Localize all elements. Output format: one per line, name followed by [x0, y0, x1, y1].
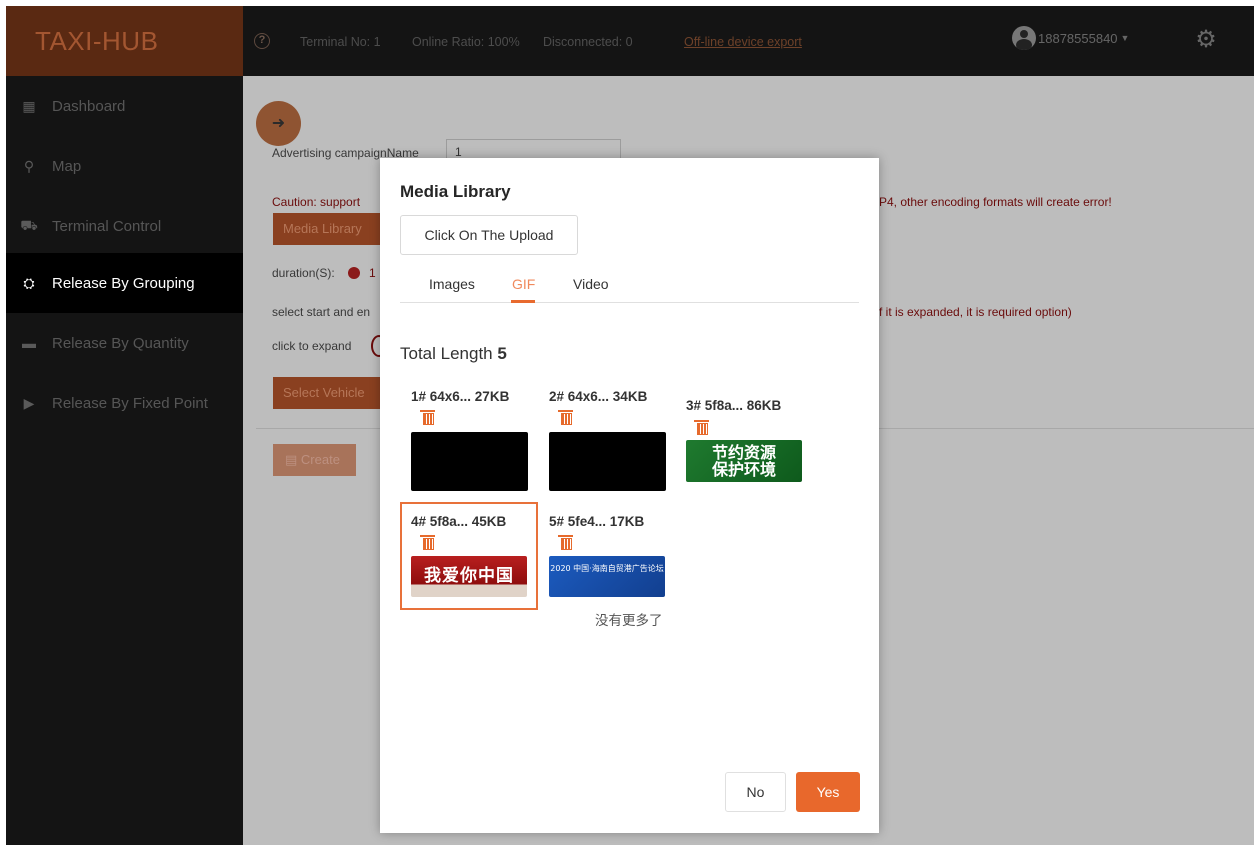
tab-gif[interactable]: GIF [512, 276, 535, 292]
sidebar-item-dashboard[interactable]: ▦ Dashboard [6, 76, 243, 136]
trash-icon[interactable] [558, 535, 573, 550]
media-thumbnail [549, 432, 666, 491]
yes-button[interactable]: Yes [796, 772, 860, 812]
upload-button[interactable]: Click On The Upload [400, 215, 578, 255]
quantity-icon: ▬ [22, 335, 36, 351]
online-ratio: Online Ratio: 100% [412, 35, 520, 49]
minus-icon[interactable] [348, 267, 360, 279]
trash-icon[interactable] [420, 535, 435, 550]
thumb-text: 2020 中国·海南自贸港广告论坛 [550, 564, 664, 573]
chevron-down-icon: ▼ [1120, 33, 1130, 43]
app-logo[interactable]: TAXI-HUB [6, 6, 243, 76]
sidebar-item-terminal-control[interactable]: ⛟ Terminal Control [6, 196, 243, 256]
sidebar-item-label: Map [52, 157, 82, 175]
media-label: 2# 64x6... 34KB [549, 389, 648, 404]
duration-value: 1 [369, 266, 376, 280]
total-length-value: 5 [497, 344, 507, 363]
caution-text: Caution: support [272, 195, 361, 209]
create-button-label: Create [300, 452, 340, 467]
disconnected-count: Disconnected: 0 [543, 35, 633, 49]
car-icon: ⛟ [20, 216, 38, 233]
user-menu[interactable]: 18878555840 ▼ [1012, 26, 1129, 50]
trash-icon[interactable] [694, 420, 709, 435]
sidebar-item-label: Release By Grouping [52, 274, 195, 292]
sidebar-item-label: Release By Fixed Point [52, 394, 208, 412]
select-vehicle-button[interactable]: Select Vehicle [273, 377, 380, 409]
map-icon: ⚲ [23, 157, 35, 174]
modal-title: Media Library [400, 182, 511, 201]
media-thumbnail: 我爱你中国 [411, 556, 527, 597]
select-range-hint: f it is expanded, it is required option) [879, 305, 1072, 319]
sidebar-item-label: Terminal Control [52, 217, 162, 235]
duration-label: duration(S): [272, 266, 335, 280]
sidebar-item-release-by-grouping[interactable]: ⛭ Release By Grouping [6, 253, 243, 313]
sidebar-item-map[interactable]: ⚲ Map [6, 136, 243, 196]
sidebar-item-label: Release By Quantity [52, 334, 189, 352]
media-library-modal: Media Library Click On The Upload Images… [380, 158, 879, 833]
media-item-4[interactable]: 4# 5f8a... 45KB 我爱你中国 [400, 502, 538, 610]
offline-export-link[interactable]: Off-line device export [684, 35, 802, 49]
terminal-count: Terminal No: 1 [300, 35, 381, 49]
trash-icon[interactable] [420, 410, 435, 425]
tab-images[interactable]: Images [429, 276, 475, 292]
caution-text-right: P4, other encoding formats will create e… [879, 195, 1112, 209]
grouping-icon: ⛭ [23, 274, 35, 291]
expand-label: click to expand [272, 339, 352, 353]
back-arrow-icon[interactable]: ➜ [256, 101, 301, 146]
thumb-text: 我爱你中国 [424, 566, 514, 586]
sidebar-item-label: Dashboard [52, 97, 126, 115]
no-more-text: 没有更多了 [595, 613, 663, 629]
media-item-5[interactable]: 5# 5fe4... 17KB 2020 中国·海南自贸港广告论坛 [538, 502, 676, 610]
user-phone: 18878555840 [1038, 30, 1118, 46]
thumb-text: 保护环境 [711, 460, 776, 479]
total-length: Total Length 5 [400, 344, 507, 364]
create-button[interactable]: ▤ Create [273, 444, 356, 476]
sidebar-item-release-by-fixed-point[interactable]: ▶ Release By Fixed Point [6, 373, 243, 433]
tab-video[interactable]: Video [573, 276, 609, 292]
select-range-label: select start and en [272, 305, 371, 319]
media-library-button[interactable]: Media Library [273, 213, 380, 245]
top-header: TAXI-HUB ? Terminal No: 1 Online Ratio: … [6, 6, 1254, 76]
media-label: 4# 5f8a... 45KB [411, 514, 507, 529]
media-item-3[interactable]: 3# 5f8a... 86KB 节约资源 保护环境 [676, 380, 814, 488]
media-label: 1# 64x6... 27KB [411, 389, 510, 404]
media-item-2[interactable]: 2# 64x6... 34KB [538, 380, 676, 491]
help-icon[interactable]: ? [254, 33, 270, 49]
media-tabs: Images GIF Video [400, 265, 859, 303]
media-item-1[interactable]: 1# 64x6... 27KB [400, 380, 538, 491]
thumb-text: 节约资源 [711, 443, 776, 462]
trash-icon[interactable] [558, 410, 573, 425]
user-avatar-icon [1012, 26, 1036, 50]
active-tab-indicator [511, 300, 535, 303]
sidebar-item-release-by-quantity[interactable]: ▬ Release By Quantity [6, 313, 243, 373]
media-label: 3# 5f8a... 86KB [686, 398, 782, 413]
media-label: 5# 5fe4... 17KB [549, 514, 645, 529]
total-length-label: Total Length [400, 344, 493, 363]
media-thumbnail: 节约资源 保护环境 [686, 440, 802, 482]
play-icon: ▶ [23, 394, 35, 411]
media-thumbnail [411, 432, 528, 491]
dashboard-icon: ▦ [22, 97, 36, 114]
gear-icon[interactable]: ⚙ [1192, 26, 1220, 54]
sidebar: ▦ Dashboard ⚲ Map ⛟ Terminal Control ⛭ R… [6, 76, 243, 845]
no-button[interactable]: No [725, 772, 786, 812]
media-thumbnail: 2020 中国·海南自贸港广告论坛 [549, 556, 665, 597]
